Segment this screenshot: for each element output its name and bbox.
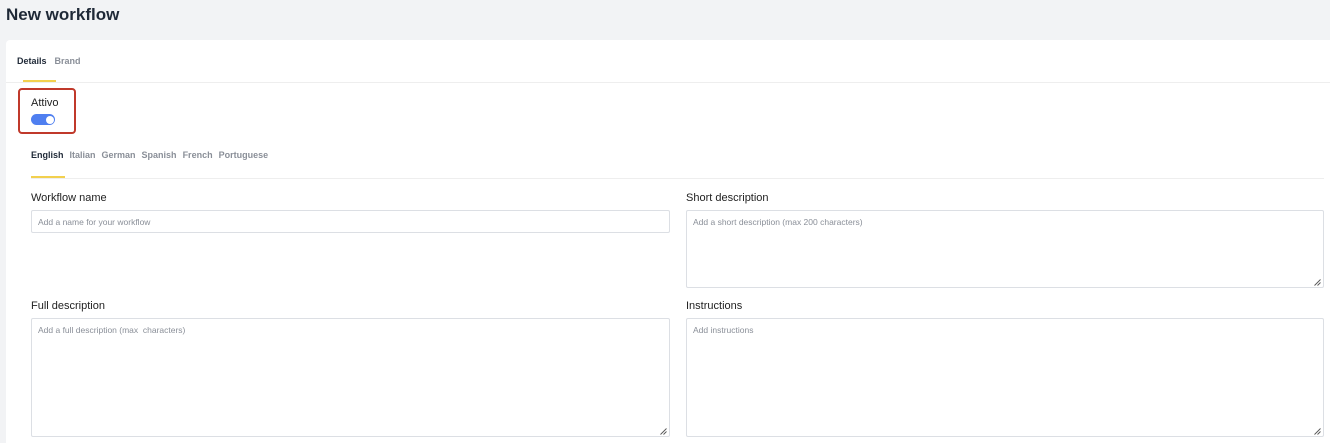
page-title: New workflow [6,5,120,24]
language-tabs: English Italian German Spanish French Po… [31,150,268,160]
instructions-label: Instructions [686,300,743,312]
section-tabs: Details Brand [17,56,81,66]
active-toggle-label: Attivo [31,97,59,109]
active-toggle-switch[interactable] [31,114,55,125]
lang-divider [31,178,1324,179]
tab-brand[interactable]: Brand [55,56,81,66]
short-description-textarea[interactable] [686,210,1324,288]
tabs-divider [6,82,1330,83]
full-description-label: Full description [31,300,105,312]
lang-tab-french[interactable]: French [183,150,213,160]
toggle-knob [45,115,54,124]
workflow-name-label: Workflow name [31,192,107,204]
lang-tab-spanish[interactable]: Spanish [142,150,177,160]
tab-details[interactable]: Details [17,56,47,66]
instructions-textarea[interactable] [686,318,1324,437]
lang-tab-portuguese[interactable]: Portuguese [219,150,269,160]
lang-tab-italian[interactable]: Italian [70,150,96,160]
workflow-name-input[interactable] [31,210,670,233]
full-description-textarea[interactable] [31,318,670,437]
short-description-label: Short description [686,192,769,204]
lang-tab-german[interactable]: German [102,150,136,160]
lang-tab-english[interactable]: English [31,150,64,160]
active-toggle-highlight [18,88,76,134]
